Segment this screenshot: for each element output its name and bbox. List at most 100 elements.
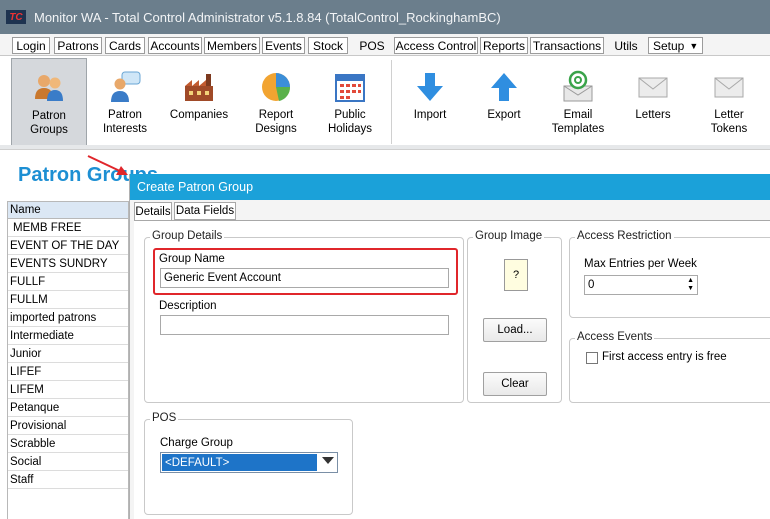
menu-bar: Login Patrons Cards Accounts Members Eve… — [0, 34, 770, 56]
list-item[interactable]: Provisional — [8, 417, 128, 435]
menu-tab-patrons[interactable]: Patrons — [54, 37, 102, 54]
pie-chart-icon — [262, 73, 291, 101]
first-entry-free-label: First access entry is free — [602, 351, 727, 363]
charge-group-label: Charge Group — [160, 437, 233, 449]
access-restriction-legend: Access Restriction — [575, 230, 674, 242]
list-item[interactable]: imported patrons — [8, 309, 128, 327]
public-holidays-button[interactable]: Public Holidays — [316, 58, 384, 146]
group-name-label: Group Name — [159, 253, 225, 265]
letter-tokens-button[interactable]: Letter Tokens — [700, 58, 758, 146]
max-entries-label: Max Entries per Week — [584, 258, 697, 270]
person-chat-icon — [111, 71, 141, 102]
description-input[interactable] — [160, 315, 449, 335]
tab-data-fields[interactable]: Data Fields — [174, 202, 236, 220]
list-item[interactable]: FULLF — [8, 273, 128, 291]
menu-tab-access-control[interactable]: Access Control — [394, 37, 478, 54]
menu-tab-utils[interactable]: Utils — [606, 37, 646, 54]
chevron-down-icon: ▼ — [689, 40, 699, 51]
arrow-down-icon — [417, 73, 443, 101]
app-logo: TC — [6, 10, 26, 24]
ribbon-label: Holidays — [327, 123, 373, 135]
list-item[interactable]: Intermediate — [8, 327, 128, 345]
ribbon-label: Letters — [635, 109, 671, 121]
window-title: Monitor WA - Total Control Administrator… — [34, 9, 501, 25]
list-item[interactable]: Social — [8, 453, 128, 471]
create-patron-group-dialog: Create Patron Group Details Data Fields … — [129, 174, 770, 519]
setup-label: Setup — [653, 38, 685, 53]
image-placeholder: ? — [504, 259, 528, 291]
clear-image-button[interactable]: Clear — [483, 372, 547, 396]
spin-arrows-icon[interactable]: ▲ ▼ — [687, 277, 694, 293]
ribbon-label: Tokens — [710, 123, 748, 135]
list-item[interactable]: Petanque — [8, 399, 128, 417]
charge-group-select[interactable]: <DEFAULT> — [160, 452, 338, 473]
ribbon-label: Email — [563, 109, 593, 121]
list-item[interactable]: Staff — [8, 471, 128, 489]
people-icon — [35, 75, 63, 101]
first-entry-free-checkbox[interactable] — [586, 352, 598, 364]
chevron-down-icon[interactable] — [322, 457, 334, 464]
ribbon-divider — [391, 60, 392, 144]
list-item[interactable]: EVENT OF THE DAY — [8, 237, 128, 255]
ribbon-label: Import — [413, 109, 447, 121]
import-button[interactable]: Import — [400, 58, 460, 146]
ribbon-label: Companies — [169, 109, 229, 121]
ribbon-label: Templates — [551, 123, 605, 135]
menu-tab-reports[interactable]: Reports — [480, 37, 528, 54]
menu-tab-login[interactable]: Login — [12, 37, 50, 54]
list-item[interactable]: EVENTS SUNDRY — [8, 255, 128, 273]
patron-interests-button[interactable]: Patron Interests — [92, 58, 158, 146]
menu-tab-setup[interactable]: Setup ▼ — [648, 37, 703, 54]
email-templates-button[interactable]: Email Templates — [543, 58, 613, 146]
ribbon-label: Patron — [32, 110, 66, 122]
pos-section: POS Charge Group <DEFAULT> — [144, 412, 353, 515]
list-item[interactable]: FULLM — [8, 291, 128, 309]
ribbon-label: Groups — [30, 124, 68, 136]
envelope-icon — [714, 77, 744, 98]
menu-tab-accounts[interactable]: Accounts — [148, 37, 202, 54]
list-item[interactable]: MEMB FREE — [8, 219, 128, 237]
pos-legend: POS — [150, 412, 179, 424]
list-item[interactable]: LIFEF — [8, 363, 128, 381]
letters-button[interactable]: Letters — [625, 58, 681, 146]
access-events-legend: Access Events — [575, 331, 655, 343]
export-button[interactable]: Export — [474, 58, 534, 146]
group-name-input[interactable]: Generic Event Account — [160, 268, 449, 288]
arrow-up-icon — [491, 73, 517, 101]
tab-details[interactable]: Details — [134, 202, 172, 221]
access-restriction-section: Access Restriction Max Entries per Week … — [569, 230, 770, 318]
ribbon-label: Public — [334, 109, 366, 121]
menu-tab-cards[interactable]: Cards — [105, 37, 145, 54]
patron-groups-button[interactable]: Patron Groups — [11, 58, 87, 146]
column-header-name[interactable]: Name — [8, 202, 128, 219]
list-item[interactable]: Junior — [8, 345, 128, 363]
list-item[interactable]: Scrabble — [8, 435, 128, 453]
ribbon-toolbar: Patron Groups Patron Interests Companies… — [0, 56, 770, 150]
ribbon-label: Patron — [108, 109, 142, 121]
description-label: Description — [159, 300, 217, 312]
group-image-section: Group Image ? Load... Clear — [467, 230, 562, 403]
menu-tab-pos[interactable]: POS — [352, 37, 392, 54]
envelope-icon — [638, 77, 668, 98]
group-details-section: Group Details Group Name Generic Event A… — [144, 230, 464, 403]
calendar-icon — [335, 74, 365, 102]
ribbon-label: Designs — [255, 123, 297, 135]
list-item[interactable]: LIFEM — [8, 381, 128, 399]
max-entries-value: 0 — [588, 279, 595, 291]
report-designs-button[interactable]: Report Designs — [241, 58, 311, 146]
factory-icon — [185, 74, 213, 101]
email-at-icon — [563, 70, 593, 102]
menu-tab-transactions[interactable]: Transactions — [530, 37, 604, 54]
menu-tab-members[interactable]: Members — [204, 37, 260, 54]
max-entries-stepper[interactable]: 0 ▲ ▼ — [584, 275, 698, 295]
ribbon-label: Export — [487, 109, 521, 121]
menu-tab-events[interactable]: Events — [262, 37, 305, 54]
ribbon-bottom-stripe — [0, 145, 770, 149]
group-details-legend: Group Details — [150, 230, 225, 242]
companies-button[interactable]: Companies — [164, 58, 234, 146]
load-image-button[interactable]: Load... — [483, 318, 547, 342]
ribbon-label: Interests — [102, 123, 148, 135]
ribbon-label: Letter — [714, 109, 744, 121]
menu-tab-stock[interactable]: Stock — [308, 37, 348, 54]
ribbon-label: Report — [258, 109, 294, 121]
